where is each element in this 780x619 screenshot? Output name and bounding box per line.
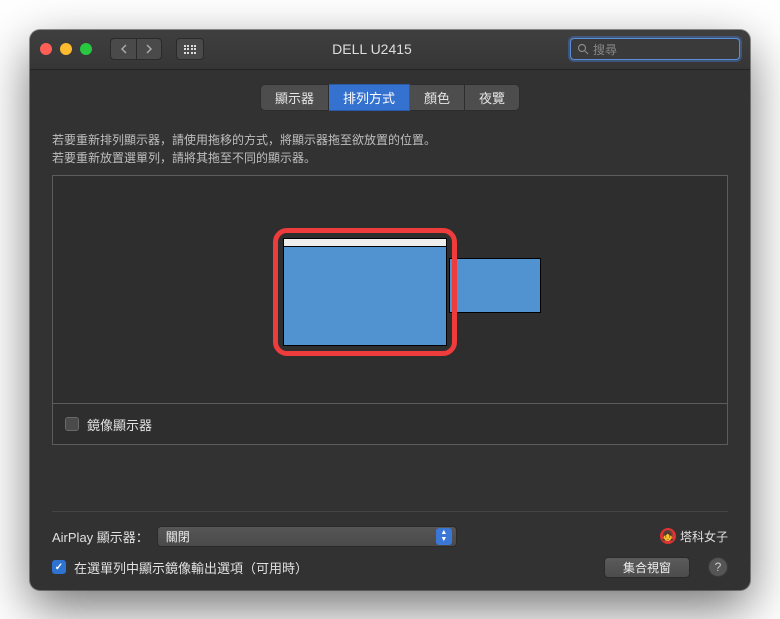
help-icon: ?	[715, 560, 722, 574]
show-mirror-checkbox[interactable]	[52, 560, 66, 574]
watermark: 👧 塔科女子	[660, 528, 728, 545]
window-title: DELL U2415	[182, 41, 562, 57]
tab-color[interactable]: 顏色	[410, 84, 465, 111]
tab-arrangement[interactable]: 排列方式	[329, 84, 410, 111]
airplay-value: 關閉	[166, 528, 190, 545]
preferences-window: DELL U2415 搜尋 顯示器 排列方式 顏色 夜覽 若要重新排列顯示器，請…	[30, 30, 750, 590]
mirror-row: 鏡像顯示器	[53, 404, 727, 445]
watermark-text: 塔科女子	[680, 528, 728, 545]
zoom-button[interactable]	[80, 43, 92, 55]
display-primary[interactable]	[283, 238, 447, 346]
content-area: 顯示器 排列方式 顏色 夜覽 若要重新排列顯示器，請使用拖移的方式，將顯示器拖至…	[30, 70, 750, 590]
instructions: 若要重新排列顯示器，請使用拖移的方式，將顯示器拖至欲放置的位置。 若要重新放置選…	[52, 131, 728, 167]
mirror-label: 鏡像顯示器	[87, 415, 152, 434]
back-button[interactable]	[110, 38, 136, 60]
titlebar: DELL U2415 搜尋	[30, 30, 750, 70]
search-input[interactable]: 搜尋	[570, 38, 740, 60]
search-placeholder: 搜尋	[593, 41, 617, 58]
arrangement-box: 鏡像顯示器	[52, 175, 728, 445]
gather-label: 集合視窗	[623, 559, 671, 576]
select-arrows-icon: ▲▼	[436, 528, 452, 545]
tab-nightshift[interactable]: 夜覽	[465, 84, 520, 111]
chevron-right-icon	[145, 44, 153, 54]
instruction-line1: 若要重新排列顯示器，請使用拖移的方式，將顯示器拖至欲放置的位置。	[52, 131, 728, 149]
tab-bar: 顯示器 排列方式 顏色 夜覽	[52, 84, 728, 111]
nav-buttons	[110, 38, 162, 60]
show-mirror-label: 在選單列中顯示鏡像輸出選項（可用時）	[74, 558, 308, 577]
mirror-option-row: 在選單列中顯示鏡像輸出選項（可用時） 集合視窗 ?	[52, 557, 728, 578]
mirror-checkbox[interactable]	[65, 417, 79, 431]
minimize-button[interactable]	[60, 43, 72, 55]
traffic-lights	[40, 43, 92, 55]
close-button[interactable]	[40, 43, 52, 55]
airplay-select[interactable]: 關閉 ▲▼	[157, 526, 457, 547]
airplay-row: AirPlay 顯示器： 關閉 ▲▼ 👧 塔科女子	[52, 526, 728, 547]
airplay-label: AirPlay 顯示器：	[52, 527, 149, 546]
tab-display[interactable]: 顯示器	[260, 84, 329, 111]
instruction-line2: 若要重新放置選單列，請將其拖至不同的顯示器。	[52, 149, 728, 167]
help-button[interactable]: ?	[708, 557, 728, 577]
display-secondary[interactable]	[449, 258, 541, 313]
bottom-section: AirPlay 顯示器： 關閉 ▲▼ 👧 塔科女子 在選單列中顯示鏡像輸出選項（…	[52, 511, 728, 578]
gather-windows-button[interactable]: 集合視窗	[604, 557, 690, 578]
arrangement-area[interactable]	[53, 176, 727, 404]
chevron-left-icon	[120, 44, 128, 54]
watermark-icon: 👧	[660, 528, 676, 544]
forward-button[interactable]	[136, 38, 162, 60]
search-icon	[577, 43, 589, 55]
menubar-indicator[interactable]	[284, 239, 446, 247]
